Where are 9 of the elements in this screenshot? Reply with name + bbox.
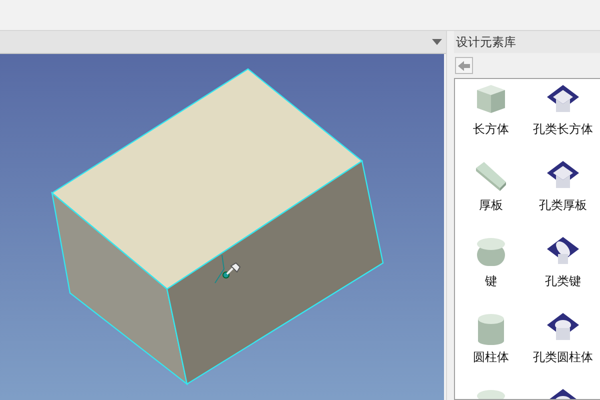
item-label: 孔类厚板 (539, 197, 587, 214)
item-label: 键 (485, 273, 497, 290)
item-label: 孔类圆柱体 (533, 349, 593, 366)
panel-title: 设计元素库 (454, 31, 600, 53)
item-label: 厚板 (479, 197, 503, 214)
item-label: 长方体 (473, 121, 509, 138)
item-label: 孔类长方体 (533, 121, 593, 138)
item-label: 孔类键 (545, 273, 581, 290)
item-label: 圆柱体 (473, 349, 509, 366)
